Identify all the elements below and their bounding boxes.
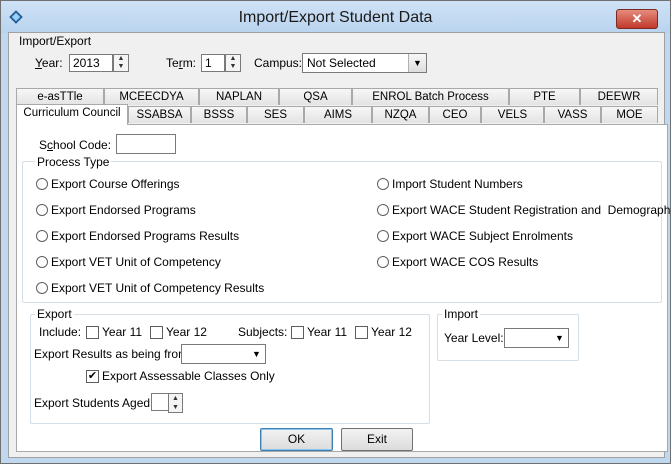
tab-moe[interactable]: MOE (601, 106, 658, 123)
tab-curriculum-council[interactable]: Curriculum Council (16, 104, 128, 125)
tab-aims[interactable]: AIMS (304, 106, 372, 123)
radio-export-endorsed-programs-results[interactable] (36, 230, 48, 242)
year-label: Year: (35, 56, 63, 70)
include-label: Include: (39, 325, 82, 339)
export-group-label: Export (35, 307, 74, 321)
chevron-down-icon[interactable]: ▼ (248, 345, 265, 363)
radio-label-import-student-numbers: Import Student Numbers (392, 177, 523, 191)
spin-down-icon[interactable]: ▼ (169, 403, 182, 412)
radio-export-endorsed-programs[interactable] (36, 204, 48, 216)
tab-pte[interactable]: PTE (509, 88, 580, 105)
tab-bsss[interactable]: BSSS (191, 106, 247, 123)
spin-up-icon[interactable]: ▲ (226, 55, 240, 63)
radio-label-export-endorsed-programs: Export Endorsed Programs (51, 203, 196, 217)
dialog-client-area: Import/Export Year: 2013 ▲ ▼ Term: 1 ▲ ▼… (8, 32, 671, 458)
tab-vass[interactable]: VASS (544, 106, 601, 123)
tab-e-asttle[interactable]: e-asTTle (16, 88, 104, 105)
chevron-down-icon[interactable]: ▼ (408, 54, 426, 72)
school-code-input[interactable] (116, 134, 176, 154)
spin-down-icon[interactable]: ▼ (226, 63, 240, 71)
spin-up-icon[interactable]: ▲ (169, 394, 182, 403)
radio-import-student-numbers[interactable] (377, 178, 389, 190)
tab-mceecdya[interactable]: MCEECDYA (104, 88, 199, 105)
subjects-year11-label: Year 11 (307, 325, 348, 339)
subjects-year11-checkbox[interactable] (291, 326, 304, 339)
campus-select[interactable]: Not Selected ▼ (302, 53, 427, 73)
tab-naplan[interactable]: NAPLAN (199, 88, 279, 105)
spin-up-icon[interactable]: ▲ (114, 55, 128, 63)
tab-ses[interactable]: SES (247, 106, 304, 123)
dialog-window: Import/Export Student Data ✕ Import/Expo… (0, 0, 671, 464)
year-level-select[interactable]: ▼ (504, 328, 569, 348)
tab-qsa[interactable]: QSA (279, 88, 352, 105)
import-group-label: Import (442, 307, 481, 321)
students-aged-spinner[interactable]: ▲ ▼ (168, 393, 183, 413)
radio-label-export-course-offerings: Export Course Offerings (51, 177, 180, 191)
tab-nzqa[interactable]: NZQA (372, 106, 429, 123)
include-year12-label: Year 12 (166, 325, 207, 339)
radio-label-export-wace-student-registration: Export WACE Student Registration and Dem… (392, 203, 671, 217)
campus-label: Campus: (254, 56, 303, 70)
campus-value: Not Selected (307, 56, 376, 70)
tab-vels[interactable]: VELS (481, 106, 544, 123)
students-aged-label: Export Students Aged: (34, 396, 154, 410)
tab-ceo[interactable]: CEO (429, 106, 481, 123)
spin-down-icon[interactable]: ▼ (114, 63, 128, 71)
results-from-label: Export Results as being from: (34, 347, 192, 361)
term-spinner[interactable]: ▲ ▼ (225, 54, 241, 72)
process-type-label: Process Type (35, 155, 112, 169)
include-year11-checkbox[interactable] (86, 326, 99, 339)
radio-label-export-vet-unit-of-competency-results: Export VET Unit of Competency Results (51, 281, 265, 295)
ok-button[interactable]: OK (260, 428, 333, 451)
tab-deewr[interactable]: DEEWR (580, 88, 658, 105)
term-input[interactable]: 1 (201, 54, 225, 72)
assessable-classes-label: Export Assessable Classes Only (102, 369, 275, 383)
radio-export-wace-cos-results[interactable] (377, 256, 389, 268)
tab-ssabsa[interactable]: SSABSA (128, 106, 191, 123)
year-spinner[interactable]: ▲ ▼ (113, 54, 129, 72)
term-label: Term: (166, 56, 197, 70)
radio-export-wace-student-registration[interactable] (377, 204, 389, 216)
subjects-year12-label: Year 12 (371, 325, 412, 339)
close-button[interactable]: ✕ (616, 9, 658, 29)
curriculum-council-panel: School Code: Process Type Export Course … (16, 124, 671, 452)
radio-export-wace-subject-enrolments[interactable] (377, 230, 389, 242)
radio-label-export-vet-unit-of-competency: Export VET Unit of Competency (51, 255, 221, 269)
school-code-label: School Code: (39, 138, 112, 152)
radio-label-export-wace-cos-results: Export WACE COS Results (392, 255, 539, 269)
assessable-classes-checkbox[interactable]: ✔ (86, 370, 99, 383)
tab-enrol-batch-process[interactable]: ENROL Batch Process (352, 88, 509, 105)
subjects-year12-checkbox[interactable] (355, 326, 368, 339)
results-from-select[interactable]: ▼ (181, 344, 266, 364)
subjects-label: Subjects: (238, 325, 288, 339)
window-title: Import/Export Student Data (238, 9, 433, 26)
radio-label-export-wace-subject-enrolments: Export WACE Subject Enrolments (392, 229, 573, 243)
title-bar[interactable]: Import/Export Student Data ✕ (1, 1, 670, 33)
include-year12-checkbox[interactable] (150, 326, 163, 339)
import-export-group-label: Import/Export (19, 34, 92, 48)
radio-label-export-endorsed-programs-results: Export Endorsed Programs Results (51, 229, 240, 243)
radio-export-course-offerings[interactable] (36, 178, 48, 190)
include-year11-label: Year 11 (102, 325, 143, 339)
radio-export-vet-unit-of-competency-results[interactable] (36, 282, 48, 294)
year-level-label: Year Level: (444, 331, 504, 345)
exit-button[interactable]: Exit (341, 428, 413, 451)
radio-export-vet-unit-of-competency[interactable] (36, 256, 48, 268)
year-input[interactable]: 2013 (69, 54, 113, 72)
chevron-down-icon[interactable]: ▼ (551, 329, 568, 347)
students-aged-input[interactable] (151, 393, 169, 411)
